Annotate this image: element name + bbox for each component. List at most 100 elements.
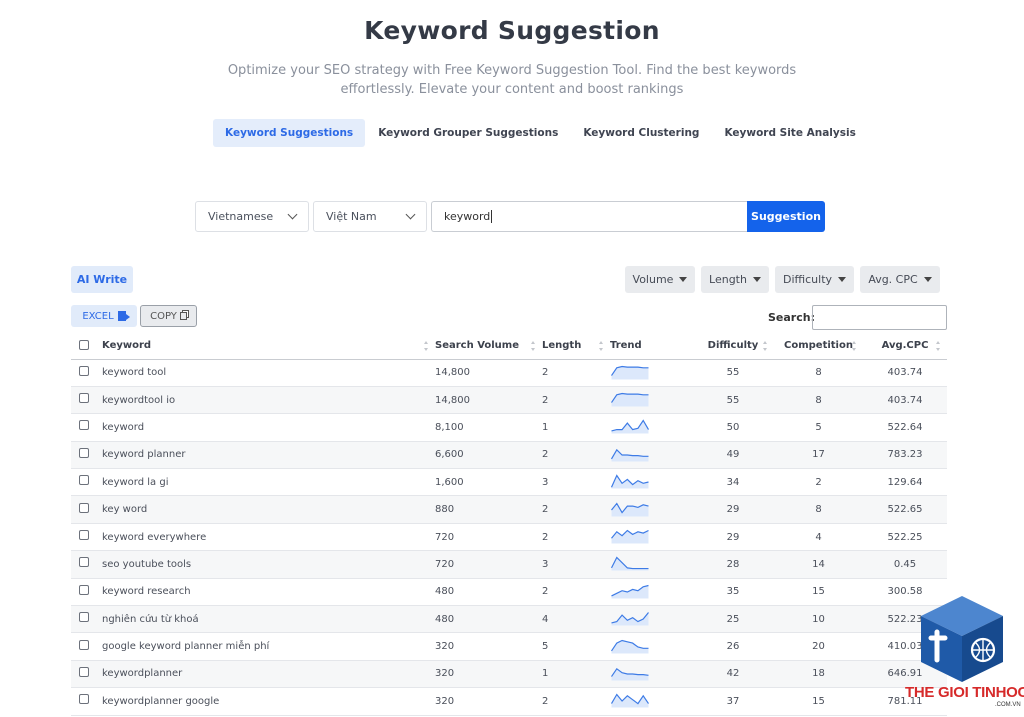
difficulty-cell: 26 xyxy=(692,632,774,661)
filter-avg-cpc[interactable]: Avg. CPC xyxy=(860,266,940,293)
length-cell: 3 xyxy=(542,550,610,579)
row-checkbox[interactable] xyxy=(79,420,89,431)
select-all-checkbox[interactable] xyxy=(79,340,89,351)
filter-length[interactable]: Length xyxy=(701,266,769,293)
row-checkbox[interactable] xyxy=(79,557,89,568)
search-volume-cell: 720 xyxy=(435,550,542,579)
column-header-competition[interactable]: Competition xyxy=(774,333,863,360)
table-row[interactable]: keyword everywhere 720 2 29 4 522.25 xyxy=(71,523,947,552)
table-row[interactable]: key word 880 2 29 8 522.65 xyxy=(71,495,947,524)
suggestion-button[interactable]: Suggestion xyxy=(747,201,825,232)
column-label: Keyword xyxy=(102,340,152,352)
table-search-input[interactable] xyxy=(812,305,947,330)
trend-sparkline xyxy=(611,612,649,626)
keyword-cell: keywordtool io xyxy=(102,386,435,415)
row-checkbox[interactable] xyxy=(79,502,89,513)
tab-keyword-clustering[interactable]: Keyword Clustering xyxy=(571,119,711,147)
table-row[interactable]: keywordtool io 14,800 2 55 8 403.74 xyxy=(71,386,947,415)
sort-icon xyxy=(763,341,768,351)
trend-sparkline xyxy=(610,693,649,708)
length-cell: 5 xyxy=(542,632,610,661)
difficulty-cell: 35 xyxy=(692,578,774,607)
keyword-cell: nghiên cứu từ khoá xyxy=(102,605,435,634)
column-label: Trend xyxy=(610,340,642,352)
table-row[interactable]: google keyword planner miễn phí 320 5 26 20 4… xyxy=(71,632,947,661)
row-checkbox-cell xyxy=(71,413,102,442)
table-row[interactable]: keyword research 480 2 35 15 300.58 xyxy=(71,578,947,607)
competition-cell: 10 xyxy=(774,605,863,634)
copy-button[interactable]: COPY xyxy=(140,305,197,327)
row-checkbox-cell xyxy=(71,441,102,470)
ai-write-button[interactable]: AI Write xyxy=(71,266,133,293)
tab-keyword-grouper-suggestions[interactable]: Keyword Grouper Suggestions xyxy=(366,119,570,147)
row-checkbox[interactable] xyxy=(79,584,89,595)
table-row[interactable]: keyword planner 6,600 2 49 17 783.23 xyxy=(71,441,947,470)
search-volume-cell: 14,800 xyxy=(435,359,542,387)
table-row[interactable]: keywordplanner google 320 2 37 15 781.11 xyxy=(71,687,947,716)
table-row[interactable]: nghiên cứu từ khoá 480 4 25 10 522.23 xyxy=(71,605,947,634)
filter-difficulty-label: Difficulty xyxy=(782,273,833,286)
search-volume-cell: 320 xyxy=(435,632,542,661)
trend-cell xyxy=(610,523,692,552)
row-checkbox[interactable] xyxy=(79,666,89,677)
page-subtitle: Optimize your SEO strategy with Free Key… xyxy=(227,63,797,97)
column-label: Difficulty xyxy=(707,340,759,352)
column-header-difficulty[interactable]: Difficulty xyxy=(692,333,774,360)
row-checkbox[interactable] xyxy=(79,694,89,705)
language-select[interactable]: Vietnamese xyxy=(195,201,309,232)
sort-icon xyxy=(936,341,941,351)
search-volume-cell: 6,600 xyxy=(435,441,542,470)
filter-bar: Volume Length Difficulty Avg. CPC xyxy=(625,266,946,293)
row-checkbox[interactable] xyxy=(79,612,89,623)
trend-sparkline xyxy=(610,448,649,462)
trend-cell xyxy=(610,413,692,442)
table-row[interactable]: keyword la gi 1,600 3 34 2 129.64 xyxy=(71,468,947,497)
column-header-keyword[interactable]: Keyword xyxy=(102,333,435,360)
column-label: Competition xyxy=(784,340,853,352)
search-volume-cell: 320 xyxy=(435,687,542,716)
length-cell: 2 xyxy=(542,441,610,470)
column-header-search-volume[interactable]: Search Volume xyxy=(435,333,542,360)
trend-sparkline xyxy=(611,667,649,681)
tab-keyword-site-analysis[interactable]: Keyword Site Analysis xyxy=(712,119,867,147)
table-row[interactable]: seo youtube tools 720 3 28 14 0.45 xyxy=(71,550,947,579)
country-select[interactable]: Việt Nam xyxy=(313,201,427,232)
column-header-avg-cpc[interactable]: Avg.CPC xyxy=(863,333,947,360)
trend-sparkline xyxy=(611,584,649,599)
watermark-brand: THE GIOI TINHOC xyxy=(905,684,1024,701)
row-checkbox[interactable] xyxy=(79,393,89,404)
trend-cell xyxy=(610,578,692,607)
competition-cell: 20 xyxy=(774,632,863,661)
row-checkbox[interactable] xyxy=(79,447,89,458)
difficulty-cell: 55 xyxy=(692,386,774,415)
row-checkbox[interactable] xyxy=(79,639,89,650)
length-cell: 2 xyxy=(542,386,610,415)
keyword-cell: keyword tool xyxy=(102,359,435,387)
table-row[interactable]: keywordplanner 320 1 42 18 646.91 xyxy=(71,660,947,689)
filter-difficulty[interactable]: Difficulty xyxy=(775,266,854,293)
column-header-length[interactable]: Length xyxy=(542,333,610,360)
trend-sparkline xyxy=(611,419,650,434)
competition-cell: 8 xyxy=(774,359,863,387)
row-checkbox-cell xyxy=(71,495,102,524)
row-checkbox[interactable] xyxy=(79,365,89,376)
keyword-input[interactable]: keyword xyxy=(431,201,747,232)
keyword-cell: google keyword planner miễn phí xyxy=(102,632,435,661)
sort-icon xyxy=(531,341,536,351)
row-checkbox[interactable] xyxy=(79,530,89,541)
trend-cell xyxy=(610,441,692,470)
trend-sparkline xyxy=(610,474,649,489)
row-checkbox[interactable] xyxy=(79,475,89,486)
difficulty-cell: 28 xyxy=(692,550,774,579)
table-search-label: Search: xyxy=(768,311,815,324)
search-volume-cell: 480 xyxy=(435,605,542,634)
filter-volume[interactable]: Volume xyxy=(625,266,695,293)
difficulty-cell: 50 xyxy=(692,413,774,442)
table-body: keyword tool 14,800 2 55 8 403.74 keywordtool … xyxy=(71,359,947,716)
excel-button[interactable]: EXCEL xyxy=(71,305,137,327)
length-cell: 2 xyxy=(542,523,610,552)
table-row[interactable]: keyword tool 14,800 2 55 8 403.74 xyxy=(71,359,947,387)
table-row[interactable]: keyword 8,100 1 50 5 522.64 xyxy=(71,413,947,442)
avg-cpc-cell: 403.74 xyxy=(863,359,947,387)
tab-keyword-suggestions[interactable]: Keyword Suggestions xyxy=(213,119,366,147)
